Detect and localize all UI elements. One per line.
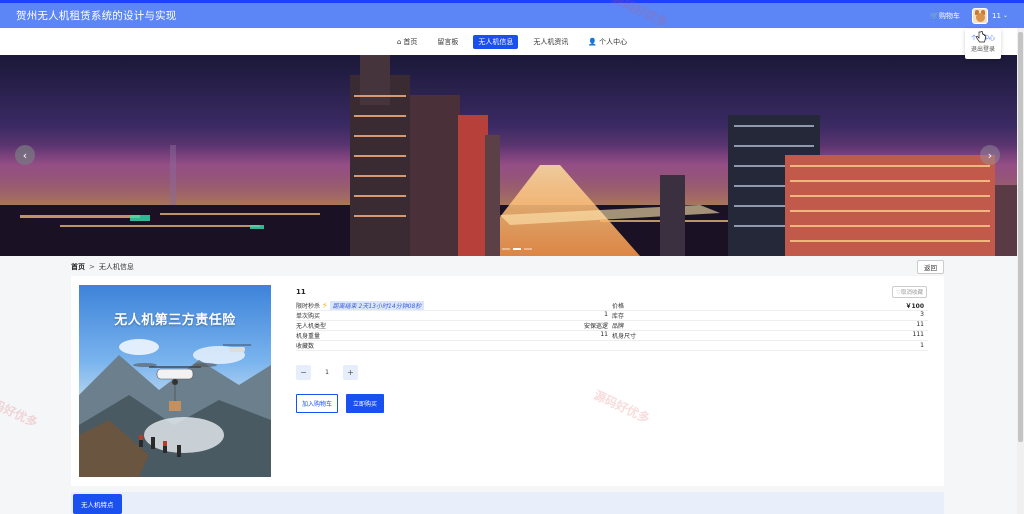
avatar[interactable] [972,7,989,24]
product-info-table: 限时秒杀 ⚡ 距离结束 2天13小时14分钟08秒 价格 ￥100 单次购买 1… [296,301,928,351]
username[interactable]: 11 [992,12,1001,20]
breadcrumb-separator: > [89,263,95,271]
info-value: 3 [920,311,924,318]
cart-icon: 🛒 [930,11,940,20]
carousel-dot-active[interactable] [513,248,521,250]
product-image-title: 无人机第三方责任险 [114,313,236,328]
chevron-down-icon[interactable]: ⌄ [1003,12,1008,19]
home-icon: ⌂ [396,37,402,46]
info-key: 限时秒杀 [296,303,321,310]
info-value: 11 [916,321,924,328]
info-cell: 品牌 11 [612,321,928,330]
info-key: 价格 [612,303,625,310]
page-scrollbar[interactable] [1017,28,1024,514]
chevron-left-icon: ‹ [22,148,28,162]
unfavorite-button[interactable]: ♡取消收藏 [892,286,927,298]
info-row: 机身重量 11 机身尺寸 111 [296,331,928,341]
hand-cursor-icon [976,31,986,43]
top-header: 贺州无人机租赁系统的设计与实现 🛒购物车 11 ⌄ [0,3,1024,28]
cart-link[interactable]: 🛒购物车 [930,11,960,21]
product-detail-card: 无人机第三方责任险 11 ♡取消收藏 限时秒杀 ⚡ 距离结束 2天13小时14分… [71,276,944,486]
buy-now-button[interactable]: 立即购买 [346,394,385,413]
banner-carousel[interactable]: ‹ › [0,55,1024,256]
nav-label: 留言板 [437,37,459,46]
info-key: 库存 [612,313,625,320]
nav-label: 无人机资讯 [533,37,569,46]
city-night-image [0,55,1024,256]
info-key: 品牌 [612,323,625,330]
carousel-indicators [502,248,532,250]
info-cell: 机身重量 11 [296,331,612,340]
nav-item-personal-center[interactable]: 👤 个人中心 [583,35,632,49]
increase-button[interactable]: + [343,365,358,380]
info-value: 1 [920,342,924,349]
main-nav: ⌂ 首页 留言板 无人机信息 无人机资讯 👤 个人中心 [0,28,1024,55]
cart-label: 购物车 [939,11,961,20]
info-cell: 1 [612,342,928,349]
nav-item-home[interactable]: ⌂ 首页 [392,35,422,49]
info-value: 111 [912,331,924,338]
info-row: 无人机类型 安保巡逻 品牌 11 [296,321,928,331]
avatar-face [976,12,986,22]
watermark: 源码好优多 [0,391,40,430]
scrollbar-thumb[interactable] [1018,32,1023,442]
info-cell: 机身尺寸 111 [612,331,928,340]
info-cell: 价格 ￥100 [612,301,928,310]
product-price: ￥100 [905,303,924,310]
info-cell: 限时秒杀 ⚡ 距离结束 2天13小时14分钟08秒 [296,301,612,310]
breadcrumb-row: 首页 > 无人机信息 返回 [71,260,944,274]
nav-label: 首页 [403,37,418,46]
menu-item-logout[interactable]: 退出登录 [965,44,1001,55]
info-row: 收藏数 1 [296,341,928,351]
carousel-dot[interactable] [524,248,532,250]
info-key: 收藏数 [296,343,315,350]
app-title: 贺州无人机租赁系统的设计与实现 [16,10,177,22]
nav-label: 无人机信息 [478,37,514,46]
back-button[interactable]: 返回 [917,260,944,274]
breadcrumb-current: 无人机信息 [98,263,134,271]
info-cell: 无人机类型 安保巡逻 [296,321,612,330]
page: 贺州无人机租赁系统的设计与实现 🛒购物车 11 ⌄ 个人中心 退出登录 ⌂首页 … [0,0,1024,514]
add-to-cart-button[interactable]: 加入购物车 [296,394,339,413]
user-icon: 👤 [588,37,598,46]
carousel-dot[interactable] [502,248,510,250]
flash-sale-countdown: 距离结束 2天13小时14分钟08秒 [329,301,425,310]
breadcrumb-home[interactable]: 首页 [71,262,85,272]
unfavorite-label: 取消收藏 [900,290,923,296]
product-title: 11 [296,288,306,296]
lightning-icon: ⚡ [322,301,328,310]
tab-drone-features[interactable]: 无人机特点 [73,494,122,514]
quantity-stepper: − 1 + [296,365,358,380]
nav-item-drone-news[interactable]: 无人机资讯 [528,35,573,49]
info-key: 机身重量 [296,333,321,340]
info-cell: 单次购买 1 [296,311,612,320]
chevron-right-icon: › [987,148,993,162]
info-value: 安保巡逻 [583,323,608,330]
feature-tabs: 无人机特点 [71,492,944,514]
header-actions: 🛒购物车 11 ⌄ [930,7,1008,24]
carousel-next-button[interactable]: › [980,145,1000,165]
info-key: 单次购买 [296,313,321,320]
info-cell: 库存 3 [612,311,928,320]
nav-item-drone-info[interactable]: 无人机信息 [473,34,519,49]
carousel-prev-button[interactable]: ‹ [15,145,35,165]
info-cell: 收藏数 [296,341,612,350]
info-row: 单次购买 1 库存 3 [296,311,928,321]
breadcrumb: 首页 > 无人机信息 [71,262,134,272]
product-image: 无人机第三方责任险 [79,285,271,477]
nav-item-messages[interactable]: 留言板 [432,35,463,49]
purchase-actions: 加入购物车 立即购买 [296,394,385,413]
info-row: 限时秒杀 ⚡ 距离结束 2天13小时14分钟08秒 价格 ￥100 [296,301,928,311]
decrease-button[interactable]: − [296,365,311,380]
quantity-value[interactable]: 1 [317,369,337,376]
info-key: 机身尺寸 [612,333,637,340]
nav-label: 个人中心 [599,37,628,46]
info-key: 无人机类型 [296,323,327,330]
info-value: 1 [604,311,608,318]
flash-sale: 限时秒杀 ⚡ 距离结束 2天13小时14分钟08秒 [296,301,425,310]
info-value: 11 [600,331,608,338]
